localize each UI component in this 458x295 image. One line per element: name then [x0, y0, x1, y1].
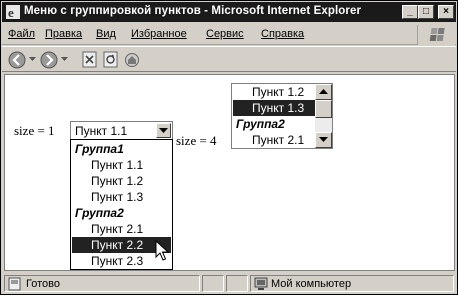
title-bar[interactable]: e Меню с группировкой пунктов - Microsof… [2, 2, 456, 22]
mouse-pointer-icon [155, 240, 169, 261]
menu-file[interactable]: Файл [8, 28, 35, 40]
status-cell-zone: Мой компьютер [250, 275, 454, 292]
back-icon[interactable] [8, 51, 26, 69]
option-item[interactable]: Пункт 1.3 [72, 189, 171, 205]
chevron-down-icon [159, 128, 168, 133]
toolbar [2, 46, 456, 72]
status-bar: Готово Мой компьютер [2, 273, 456, 294]
optgroup-label: Группа1 [75, 142, 124, 156]
menu-tools[interactable]: Сервис [206, 28, 244, 40]
window-title: Меню с группировкой пунктов - Microsoft … [24, 5, 362, 17]
forward-icon[interactable] [40, 51, 58, 69]
size4-label: size = 4 [176, 133, 217, 148]
listbox-option[interactable]: Пункт 2.1 [233, 132, 315, 148]
option-item[interactable]: Пункт 1.2 [72, 173, 171, 189]
option-item[interactable]: Пункт 2.1 [72, 221, 171, 237]
status-cell [226, 275, 248, 292]
page-content: size = 1 Пункт 1.1 Группа1 Пункт 1.1 Пун… [4, 74, 455, 271]
scroll-thumb[interactable] [315, 100, 332, 118]
menu-favorites[interactable]: Избранное [131, 28, 187, 40]
back-dropdown-icon[interactable] [29, 57, 36, 62]
chevron-down-icon [319, 137, 328, 142]
scroll-down-button[interactable] [315, 132, 332, 148]
menu-bar: Файл Правка Вид Избранное Сервис Справка [2, 23, 456, 45]
scroll-up-button[interactable] [315, 84, 332, 100]
menu-help[interactable]: Справка [261, 28, 304, 40]
refresh-icon[interactable] [103, 51, 119, 69]
listbox-optgroup-label: Группа2 [236, 117, 285, 131]
status-cell-main: Готово [4, 275, 200, 292]
svg-text:e: e [8, 5, 14, 19]
stop-icon[interactable] [82, 51, 98, 69]
maximize-button[interactable]: □ [418, 5, 434, 19]
group-listbox-size4[interactable]: Пункт 1.2 Пункт 1.3 Группа2 Пункт 2.1 [231, 83, 333, 149]
close-button[interactable]: × [438, 5, 454, 19]
home-icon[interactable] [124, 51, 140, 69]
browser-window: e Меню с группировкой пунктов - Microsof… [0, 0, 458, 295]
size1-label: size = 1 [14, 123, 55, 138]
select1-value: Пункт 1.1 [75, 124, 128, 138]
status-text: Готово [26, 278, 60, 290]
minimize-button[interactable]: _ [402, 5, 418, 19]
page-icon [8, 277, 21, 291]
chevron-up-icon [319, 89, 328, 94]
option-item[interactable]: Пункт 1.1 [72, 157, 171, 173]
my-computer-icon [254, 277, 268, 290]
status-cell [202, 275, 224, 292]
group-select-size1[interactable]: Пункт 1.1 [70, 121, 173, 140]
windows-logo [417, 25, 455, 45]
windows-flag-icon [429, 28, 445, 41]
forward-dropdown-icon[interactable] [61, 57, 68, 62]
listbox-option[interactable]: Пункт 1.2 [233, 84, 315, 100]
ie-logo-icon: e [6, 5, 20, 19]
select1-dropdown-button[interactable] [156, 123, 171, 138]
optgroup-label: Группа2 [75, 206, 124, 220]
menu-edit[interactable]: Правка [45, 28, 82, 40]
listbox-scrollbar[interactable] [315, 84, 332, 148]
menu-view[interactable]: Вид [96, 28, 116, 40]
zone-text: Мой компьютер [271, 278, 352, 290]
listbox-option-selected[interactable]: Пункт 1.3 [233, 100, 315, 116]
